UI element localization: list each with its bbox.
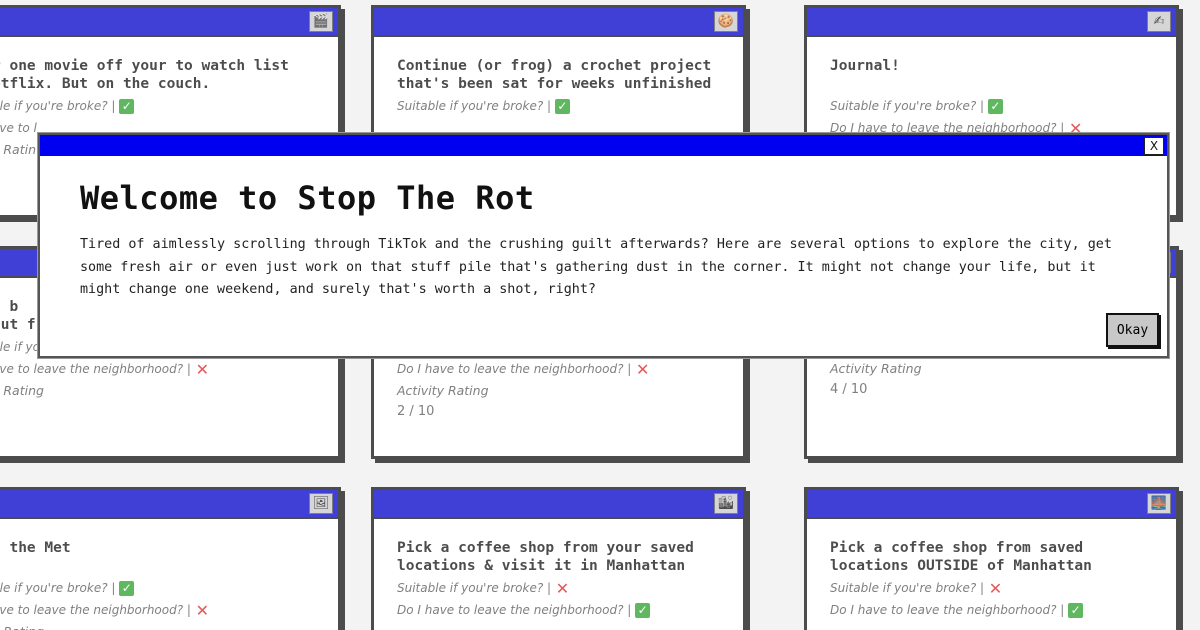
dialog-title: Welcome to Stop The Rot xyxy=(80,179,535,217)
dialog-text: Tired of aimlessly scrolling through Tik… xyxy=(80,237,1112,297)
okay-button[interactable]: Okay xyxy=(1106,313,1159,347)
dialog-titlebar: X xyxy=(40,135,1167,156)
close-button[interactable]: X xyxy=(1144,137,1164,155)
welcome-dialog: X Welcome to Stop The Rot Tired of aimle… xyxy=(38,133,1169,358)
